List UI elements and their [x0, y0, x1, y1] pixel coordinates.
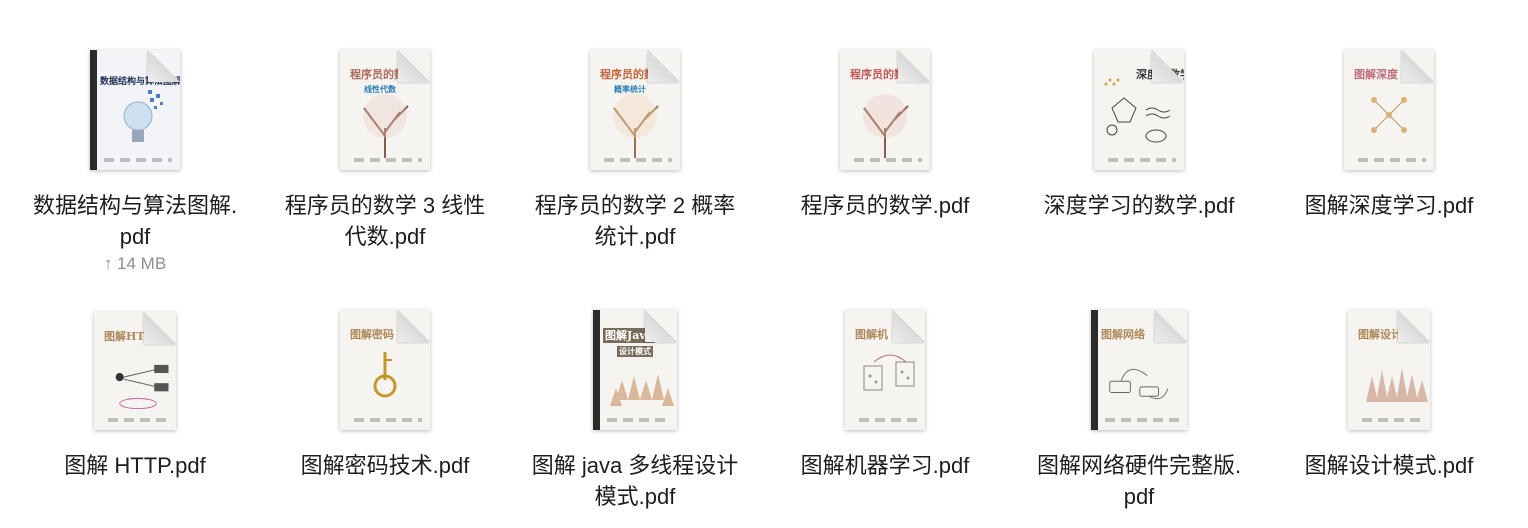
file-name: 程序员的数学 3 线性代数.pdf: [284, 193, 486, 249]
file-thumbnail[interactable]: 数据结构与算法图解: [75, 40, 195, 170]
file-item[interactable]: 程序员的数 概率统计 程序员的数学 2 概率统计.pdf: [520, 40, 750, 252]
cover-title: 图解设计: [1358, 328, 1402, 341]
pdf-cover-icon: 图解网络: [1091, 310, 1187, 430]
file-name: 图解 HTTP.pdf: [64, 453, 206, 478]
cover-subtitle: 线性代数: [364, 85, 396, 94]
file-thumbnail[interactable]: 图解设计: [1329, 300, 1449, 430]
pdf-cover-icon: 数据结构与算法图解: [90, 50, 180, 170]
cover-title: 图解密码: [350, 328, 394, 341]
upload-status: ↑ 14 MB: [103, 254, 167, 273]
cover-subtitle: 概率统计: [614, 85, 646, 94]
file-thumbnail[interactable]: 图解HT: [75, 300, 195, 430]
pdf-cover-icon: 图解HT: [94, 312, 176, 430]
file-item[interactable]: 图解密码 图解密码技术.pdf: [270, 300, 500, 481]
file-name: 图解密码技术.pdf: [300, 453, 470, 478]
file-thumbnail[interactable]: 程序员的数 概率统计: [575, 40, 695, 170]
file-item[interactable]: 深度的数学 深度学习的数学.pdf: [1024, 40, 1254, 221]
file-thumbnail[interactable]: 图解Java 设计模式: [575, 300, 695, 430]
pdf-cover-icon: 深度的数学: [1094, 50, 1184, 170]
pdf-cover-icon: 程序员的数学: [840, 50, 930, 170]
file-name: 程序员的数学.pdf: [800, 193, 970, 218]
pdf-cover-icon: 图解深度: [1344, 50, 1434, 170]
file-item[interactable]: 图解深度 图解深度学习.pdf: [1274, 40, 1504, 221]
file-thumbnail[interactable]: 图解机: [825, 300, 945, 430]
cover-title: 程序员的数: [350, 68, 405, 81]
file-name: 图解深度学习.pdf: [1304, 193, 1474, 218]
pdf-cover-icon: 图解机: [845, 310, 925, 430]
file-name: 图解设计模式.pdf: [1304, 453, 1474, 478]
file-item[interactable]: 图解Java 设计模式 图解 java 多线程设计模式.pdf: [520, 300, 750, 512]
file-thumbnail[interactable]: 图解密码: [325, 300, 445, 430]
pdf-cover-icon: 程序员的数 概率统计: [590, 50, 680, 170]
file-name: 数据结构与算法图解.pdf: [32, 193, 238, 249]
file-item[interactable]: 图解机 图解机器学习.pdf: [770, 300, 1000, 481]
cover-subtitle: 设计模式: [617, 346, 653, 357]
file-item[interactable]: 程序员的数学 程序员的数学.pdf: [770, 40, 1000, 221]
cover-title: 图解网络: [1101, 328, 1145, 341]
pdf-cover-icon: 程序员的数 线性代数: [340, 50, 430, 170]
pdf-cover-icon: 图解密码: [340, 310, 430, 430]
file-thumbnail[interactable]: 程序员的数学: [825, 40, 945, 170]
file-thumbnail[interactable]: 程序员的数 线性代数: [325, 40, 445, 170]
file-grid: 数据结构与算法图解 数据结构与算法图解.pdf ↑ 14 MB 程序员的数 线性…: [0, 0, 1528, 528]
cover-title: 程序员的数: [600, 68, 655, 81]
file-name: 程序员的数学 2 概率统计.pdf: [534, 193, 736, 249]
pdf-cover-icon: 图解设计: [1348, 310, 1430, 430]
file-item[interactable]: 程序员的数 线性代数 程序员的数学 3 线性代数.pdf: [270, 40, 500, 252]
file-thumbnail[interactable]: 图解网络: [1079, 300, 1199, 430]
cover-title: 图解HT: [104, 330, 145, 343]
file-item[interactable]: 图解HT 图解 HTTP.pdf: [20, 300, 250, 481]
file-item[interactable]: 图解设计 图解设计模式.pdf: [1274, 300, 1504, 481]
file-name: 图解网络硬件完整版.pdf: [1036, 453, 1242, 509]
file-name: 深度学习的数学.pdf: [1043, 193, 1235, 218]
pdf-cover-icon: 图解Java 设计模式: [593, 310, 677, 430]
file-item[interactable]: 数据结构与算法图解 数据结构与算法图解.pdf ↑ 14 MB: [20, 40, 250, 274]
file-name: 图解 java 多线程设计模式.pdf: [531, 453, 739, 509]
cover-title: 图解机: [855, 328, 888, 341]
file-thumbnail[interactable]: 图解深度: [1329, 40, 1449, 170]
cover-title: 图解深度: [1354, 68, 1398, 81]
file-name: 图解机器学习.pdf: [800, 453, 970, 478]
file-item[interactable]: 图解网络 图解网络硬件完整版.pdf: [1024, 300, 1254, 512]
file-thumbnail[interactable]: 深度的数学: [1079, 40, 1199, 170]
